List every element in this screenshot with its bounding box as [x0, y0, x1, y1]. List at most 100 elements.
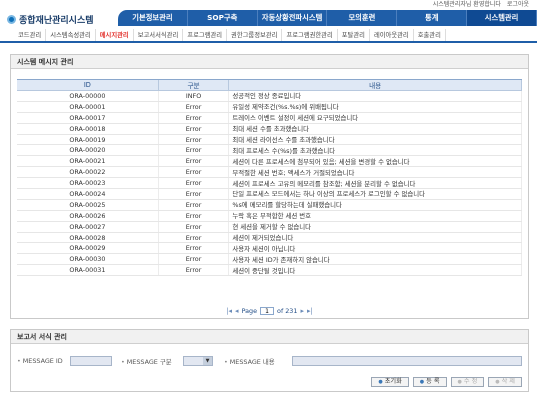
main-nav-sop[interactable]: SOP구축: [188, 10, 258, 26]
prev-page-icon[interactable]: ◂: [235, 307, 239, 315]
main-nav-system-admin[interactable]: 시스템관리: [467, 10, 537, 26]
message-id-input[interactable]: [70, 356, 112, 366]
sub-nav: 코드관리 시스템속성관리 메시지관리 보고서서식관리 프로그램관리 권한그룹정보…: [0, 29, 537, 43]
main-nav-drill[interactable]: 모의훈련: [327, 10, 398, 26]
reset-button[interactable]: ● 초기화: [371, 377, 409, 387]
table-row[interactable]: ORA-00030 Error 사용자 세션 ID가 존재하지 않습니다: [17, 253, 522, 266]
message-content-input[interactable]: [292, 356, 522, 366]
sub-nav-program-auth[interactable]: 프로그램권한관리: [282, 29, 338, 41]
cell-type: Error: [158, 253, 230, 266]
cell-type: Error: [158, 123, 230, 135]
message-form: MESSAGE ID MESSAGE 구분 ▼ MESSAGE 내용: [17, 354, 522, 368]
cell-content: 세션이 제거되었습니다: [228, 232, 522, 244]
cell-content: 성공적인 정상 종료입니다: [228, 90, 522, 102]
cell-content: 트레이스 이벤트 설정이 세션에 요구되었습니다: [228, 112, 522, 124]
table-row[interactable]: ORA-00024 Error 단일 프로세스 모드에서는 하나 이상의 프로세스가…: [17, 188, 522, 200]
cell-type: Error: [158, 134, 230, 146]
main-nav-basic-info[interactable]: 기본정보관리: [118, 10, 188, 26]
table-row[interactable]: ORA-00021 Error 세션이 다른 프로세스에 첨부되어 있음; 세션을 …: [17, 155, 522, 168]
sub-nav-portal[interactable]: 포탈관리: [338, 29, 370, 41]
register-icon: ●: [419, 379, 425, 385]
column-header-id[interactable]: ID: [17, 80, 159, 91]
cell-content: 최대 세션 수를 초과했습니다: [228, 123, 522, 135]
next-page-icon[interactable]: ▸: [300, 307, 304, 315]
table-row[interactable]: ORA-00017 Error 트레이스 이벤트 설정이 세션에 요구되었습니다: [17, 112, 522, 124]
sub-nav-auth-group[interactable]: 권한그룹정보관리: [227, 29, 283, 41]
cell-id: ORA-00017: [17, 112, 159, 124]
cell-content: 단일 프로세스 모드에서는 하나 이상의 프로세스가 로그인할 수 없습니다: [228, 188, 522, 200]
column-header-content[interactable]: 내용: [228, 80, 522, 91]
table-row[interactable]: ORA-00020 Error 최대 프로세스 수(%s)를 초과했습니다: [17, 144, 522, 157]
logout-link[interactable]: 로그아웃: [507, 0, 529, 9]
sub-nav-program[interactable]: 프로그램관리: [183, 29, 228, 41]
table-row[interactable]: ORA-00018 Error 최대 세션 수를 초과했습니다: [17, 123, 522, 135]
table-row[interactable]: ORA-00029 Error 사용자 세션이 아닙니다: [17, 242, 522, 255]
cell-content: 세션이 프로세스 고유의 메모리를 참조함; 세션을 분리할 수 없습니다: [228, 177, 522, 190]
panel-title: 시스템 메시지 관리: [11, 55, 528, 69]
edit-button[interactable]: ● 수 정: [450, 377, 485, 387]
cell-id: ORA-00027: [17, 221, 159, 233]
table-row[interactable]: ORA-00028 Error 세션이 제거되었습니다: [17, 232, 522, 244]
cell-id: ORA-00021: [17, 155, 159, 168]
sub-nav-message[interactable]: 메시지관리: [96, 29, 134, 41]
app-logo[interactable]: 종합재난관리시스템: [7, 10, 94, 28]
table-row[interactable]: ORA-00025 Error %s에 메모리를 할당하는데 실패했습니다: [17, 199, 522, 211]
table-row[interactable]: ORA-00023 Error 세션이 프로세스 고유의 메모리를 참조함; 세션을…: [17, 177, 522, 190]
panel-title: 보고서 서식 관리: [11, 330, 528, 344]
sub-nav-layout[interactable]: 레이아웃관리: [370, 29, 414, 41]
main-nav: 기본정보관리 SOP구축 자동상황전파시스템 모의훈련 통계 시스템관리: [118, 10, 537, 26]
cell-content: %s에 메모리를 할당하는데 실패했습니다: [228, 199, 522, 211]
page-number-input[interactable]: [260, 307, 275, 315]
cell-id: ORA-00020: [17, 144, 159, 157]
message-grid: ID 구분 내용 ORA-00000 INFO 성공적인 정상 종료입니다 ORA-0…: [17, 79, 522, 277]
reset-icon: ●: [378, 379, 383, 385]
cell-content: 세션이 다른 프로세스에 첨부되어 있음; 세션을 변경할 수 없습니다: [228, 155, 522, 168]
welcome-text: 시스템관리자님 환영합니다: [432, 1, 501, 8]
table-row[interactable]: ORA-00026 Error 누락 혹은 부적합한 세션 번호: [17, 210, 522, 222]
message-type-select[interactable]: ▼: [183, 356, 213, 366]
cell-id: ORA-00031: [17, 264, 159, 277]
cell-content: 사용자 세션이 아닙니다: [228, 242, 522, 255]
table-row[interactable]: ORA-00022 Error 부적절한 세션 번호; 액세스가 거절되었습니다: [17, 166, 522, 179]
cell-type: Error: [158, 166, 230, 179]
cell-id: ORA-00000: [17, 90, 159, 102]
main-nav-statistics[interactable]: 통계: [397, 10, 468, 26]
table-row[interactable]: ORA-00031 Error 세션이 중단될 것입니다: [17, 264, 522, 277]
delete-icon: ●: [495, 379, 500, 385]
cell-content: 누락 혹은 부적합한 세션 번호: [228, 210, 522, 222]
register-button[interactable]: ● 등 록: [412, 377, 447, 387]
pager: |◂ ◂ Page of 231 ▸ ▸|: [17, 306, 522, 316]
app-title: 종합재난관리시스템: [19, 15, 94, 26]
cell-content: 부적절한 세션 번호; 액세스가 거절되었습니다: [228, 166, 522, 179]
cell-type: Error: [158, 177, 230, 190]
delete-button[interactable]: ● 삭 제: [488, 377, 522, 387]
cell-id: ORA-00024: [17, 188, 159, 200]
table-row[interactable]: ORA-00000 INFO 성공적인 정상 종료입니다: [17, 90, 522, 102]
sub-nav-code[interactable]: 코드관리: [14, 29, 47, 41]
cell-id: ORA-00026: [17, 210, 159, 222]
sub-nav-report-format[interactable]: 보고서서식관리: [134, 29, 184, 41]
last-page-icon[interactable]: ▸|: [307, 307, 313, 315]
cell-id: ORA-00018: [17, 123, 159, 135]
table-row[interactable]: ORA-00027 Error 현 세션을 제거할 수 없습니다: [17, 221, 522, 233]
first-page-icon[interactable]: |◂: [226, 307, 232, 315]
table-row[interactable]: ORA-00001 Error 유일성 제약조건(%s.%s)에 위배됩니다: [17, 101, 522, 113]
message-id-label: MESSAGE ID: [17, 357, 70, 365]
cell-content: 현 세션을 제거할 수 없습니다: [228, 221, 522, 233]
logo-icon: [7, 14, 16, 24]
cell-type: Error: [158, 221, 230, 233]
cell-type: Error: [158, 144, 230, 157]
main-nav-auto-alert[interactable]: 자동상황전파시스템: [258, 10, 328, 26]
action-buttons: ● 초기화 ● 등 록 ● 수 정 ● 삭 제: [371, 377, 522, 387]
cell-id: ORA-00030: [17, 253, 159, 266]
cell-id: ORA-00029: [17, 242, 159, 255]
column-header-type[interactable]: 구분: [158, 80, 230, 91]
cell-id: ORA-00022: [17, 166, 159, 179]
top-utility-bar: 시스템관리자님 환영합니다 로그아웃: [0, 0, 537, 9]
cell-type: Error: [158, 199, 230, 211]
table-row[interactable]: ORA-00019 Error 최대 세션 라이선스 수를 초과했습니다: [17, 134, 522, 146]
sub-nav-system-attr[interactable]: 시스템속성관리: [46, 29, 96, 41]
cell-id: ORA-00028: [17, 232, 159, 244]
message-type-label: MESSAGE 구분: [121, 357, 183, 366]
sub-nav-call[interactable]: 호출관리: [414, 29, 446, 41]
